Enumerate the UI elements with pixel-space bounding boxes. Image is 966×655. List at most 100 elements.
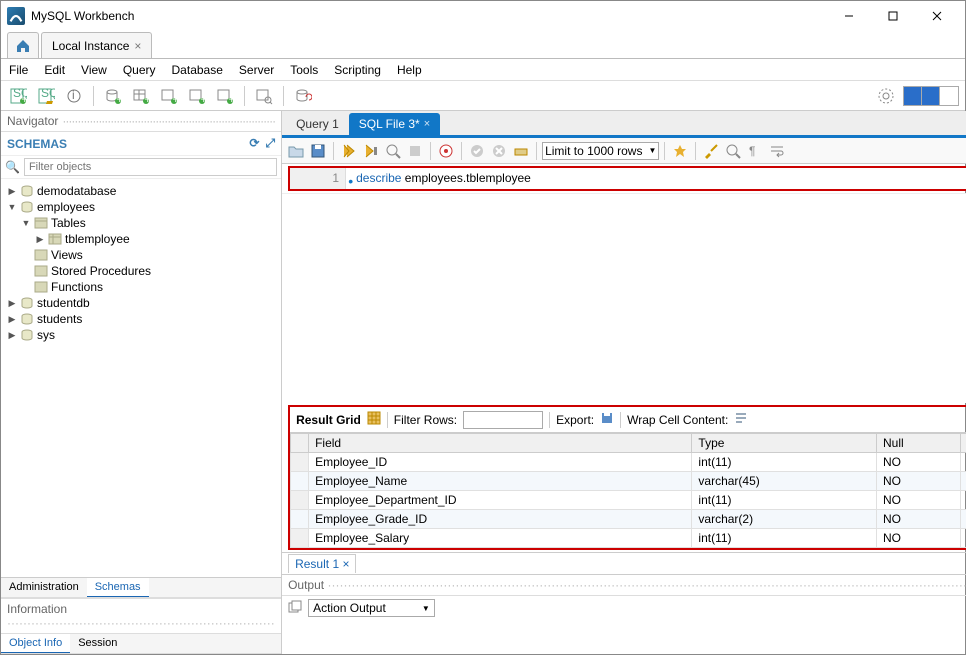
explain-icon[interactable] — [383, 141, 403, 161]
settings-gear-icon[interactable] — [875, 85, 897, 107]
create-function-icon[interactable]: + — [214, 85, 236, 107]
execute-icon[interactable] — [339, 141, 359, 161]
new-sql-tab-icon[interactable]: SQL+ — [7, 85, 29, 107]
schema-tree[interactable]: ▶demodatabase ▼employees ▼Tables ▶tblemp… — [1, 179, 281, 577]
tab-session[interactable]: Session — [70, 634, 125, 653]
tree-db-studentdb[interactable]: ▶studentdb — [1, 295, 281, 311]
result-tab-1[interactable]: Result 1 × — [288, 554, 356, 573]
titlebar: MySQL Workbench — [1, 1, 965, 31]
tree-db-students[interactable]: ▶students — [1, 311, 281, 327]
connection-tab-label: Local Instance — [52, 39, 129, 53]
output-type-select[interactable]: Action Output▼ — [308, 599, 435, 617]
table-row[interactable]: Employee_IDint(11)NOPRINULLauto_incremen… — [291, 453, 966, 472]
menu-scripting[interactable]: Scripting — [334, 63, 381, 77]
create-view-icon[interactable]: + — [158, 85, 180, 107]
favorite-icon[interactable] — [670, 141, 690, 161]
execute-current-icon[interactable] — [361, 141, 381, 161]
open-sql-icon[interactable]: SQL — [35, 85, 57, 107]
tab-query1[interactable]: Query 1 — [286, 113, 349, 135]
toggle-autocommit-icon[interactable] — [436, 141, 456, 161]
filter-rows-input[interactable] — [463, 411, 543, 429]
beautify-icon[interactable] — [701, 141, 721, 161]
table-row[interactable]: Employee_Salaryint(11)NONULL — [291, 529, 966, 548]
save-icon[interactable] — [308, 141, 328, 161]
limit-rows-select[interactable]: Limit to 1000 rows▼ — [542, 142, 659, 160]
wrap-icon[interactable] — [767, 141, 787, 161]
svg-text:+: + — [172, 92, 178, 105]
menu-database[interactable]: Database — [172, 63, 223, 77]
query-toolbar: Limit to 1000 rows▼ ¶ — [282, 138, 966, 164]
tab-schemas[interactable]: Schemas — [87, 578, 149, 597]
menu-help[interactable]: Help — [397, 63, 422, 77]
tree-db-sys[interactable]: ▶sys — [1, 327, 281, 343]
tree-tables[interactable]: ▼Tables — [1, 215, 281, 231]
invisible-chars-icon[interactable]: ¶ — [745, 141, 765, 161]
close-button[interactable] — [915, 2, 959, 30]
tab-administration[interactable]: Administration — [1, 578, 87, 597]
layout-bottom-button[interactable] — [922, 87, 940, 105]
menu-query[interactable]: Query — [123, 63, 156, 77]
rollback-icon[interactable] — [489, 141, 509, 161]
minimize-button[interactable] — [827, 2, 871, 30]
toggle-ws-icon[interactable] — [511, 141, 531, 161]
tab-sqlfile3[interactable]: SQL File 3*× — [349, 113, 440, 135]
stop-icon[interactable] — [405, 141, 425, 161]
reconnect-icon[interactable] — [292, 85, 314, 107]
expand-icon[interactable]: ⤢ — [265, 136, 275, 151]
menu-server[interactable]: Server — [239, 63, 274, 77]
tree-functions[interactable]: Functions — [1, 279, 281, 295]
column-header[interactable]: Null — [877, 434, 961, 453]
tab-object-info[interactable]: Object Info — [1, 634, 70, 653]
create-schema-icon[interactable]: + — [102, 85, 124, 107]
tree-sprocs[interactable]: Stored Procedures — [1, 263, 281, 279]
wrap-cell-icon[interactable] — [734, 411, 748, 428]
layout-left-button[interactable] — [904, 87, 922, 105]
search-icon: 🔍 — [5, 160, 20, 174]
sql-editor-container: 1• describe employees.tblemployee — [288, 166, 966, 191]
editor-scroll-area[interactable] — [282, 193, 966, 403]
tree-db-demodatabase[interactable]: ▶demodatabase — [1, 183, 281, 199]
tree-views[interactable]: Views — [1, 247, 281, 263]
close-icon[interactable]: × — [134, 39, 141, 53]
menu-file[interactable]: File — [9, 63, 28, 77]
column-header[interactable]: Key — [960, 434, 966, 453]
tree-table-tblemployee[interactable]: ▶tblemployee — [1, 231, 281, 247]
main-area: Query 1 SQL File 3*× Limit to 1000 rows▼ — [282, 111, 966, 654]
tree-db-employees[interactable]: ▼employees — [1, 199, 281, 215]
open-file-icon[interactable] — [286, 141, 306, 161]
column-header[interactable]: Field — [309, 434, 692, 453]
find-icon[interactable] — [723, 141, 743, 161]
refresh-icon[interactable]: ⟳ — [249, 136, 259, 151]
connection-tab[interactable]: Local Instance × — [41, 32, 152, 58]
navigator-panel: Navigator·······························… — [1, 111, 282, 654]
output-stack-icon[interactable] — [288, 600, 302, 617]
layout-right-button[interactable] — [940, 87, 958, 105]
column-header[interactable]: Type — [692, 434, 877, 453]
menu-tools[interactable]: Tools — [290, 63, 318, 77]
close-icon[interactable]: × — [424, 118, 430, 130]
layout-toggle[interactable] — [903, 86, 959, 106]
table-row[interactable]: Employee_Namevarchar(45)NONULL — [291, 472, 966, 491]
line-gutter: 1• — [290, 168, 346, 189]
maximize-button[interactable] — [871, 2, 915, 30]
home-tab[interactable] — [7, 32, 39, 58]
commit-icon[interactable] — [467, 141, 487, 161]
menu-edit[interactable]: Edit — [44, 63, 65, 77]
menu-view[interactable]: View — [81, 63, 107, 77]
filter-objects-input[interactable] — [24, 158, 277, 176]
information-header: Information ····························… — [1, 598, 281, 634]
result-container: Result Grid Filter Rows: Export: Wrap Ce… — [288, 405, 966, 550]
create-table-icon[interactable]: + — [130, 85, 152, 107]
inspector-icon[interactable]: i — [63, 85, 85, 107]
sql-code[interactable]: describe employees.tblemployee — [346, 168, 966, 189]
close-icon[interactable]: × — [342, 557, 349, 571]
sql-editor[interactable]: 1• describe employees.tblemployee — [290, 168, 966, 189]
grid-icon[interactable] — [367, 411, 381, 428]
table-row[interactable]: Employee_Department_IDint(11)NOMULNULL — [291, 491, 966, 510]
svg-text:+: + — [116, 92, 122, 105]
export-icon[interactable] — [600, 411, 614, 428]
search-table-icon[interactable] — [253, 85, 275, 107]
result-grid[interactable]: FieldTypeNullKeyDefaultExtra Employee_ID… — [290, 433, 966, 548]
create-sproc-icon[interactable]: + — [186, 85, 208, 107]
table-row[interactable]: Employee_Grade_IDvarchar(2)NOA — [291, 510, 966, 529]
